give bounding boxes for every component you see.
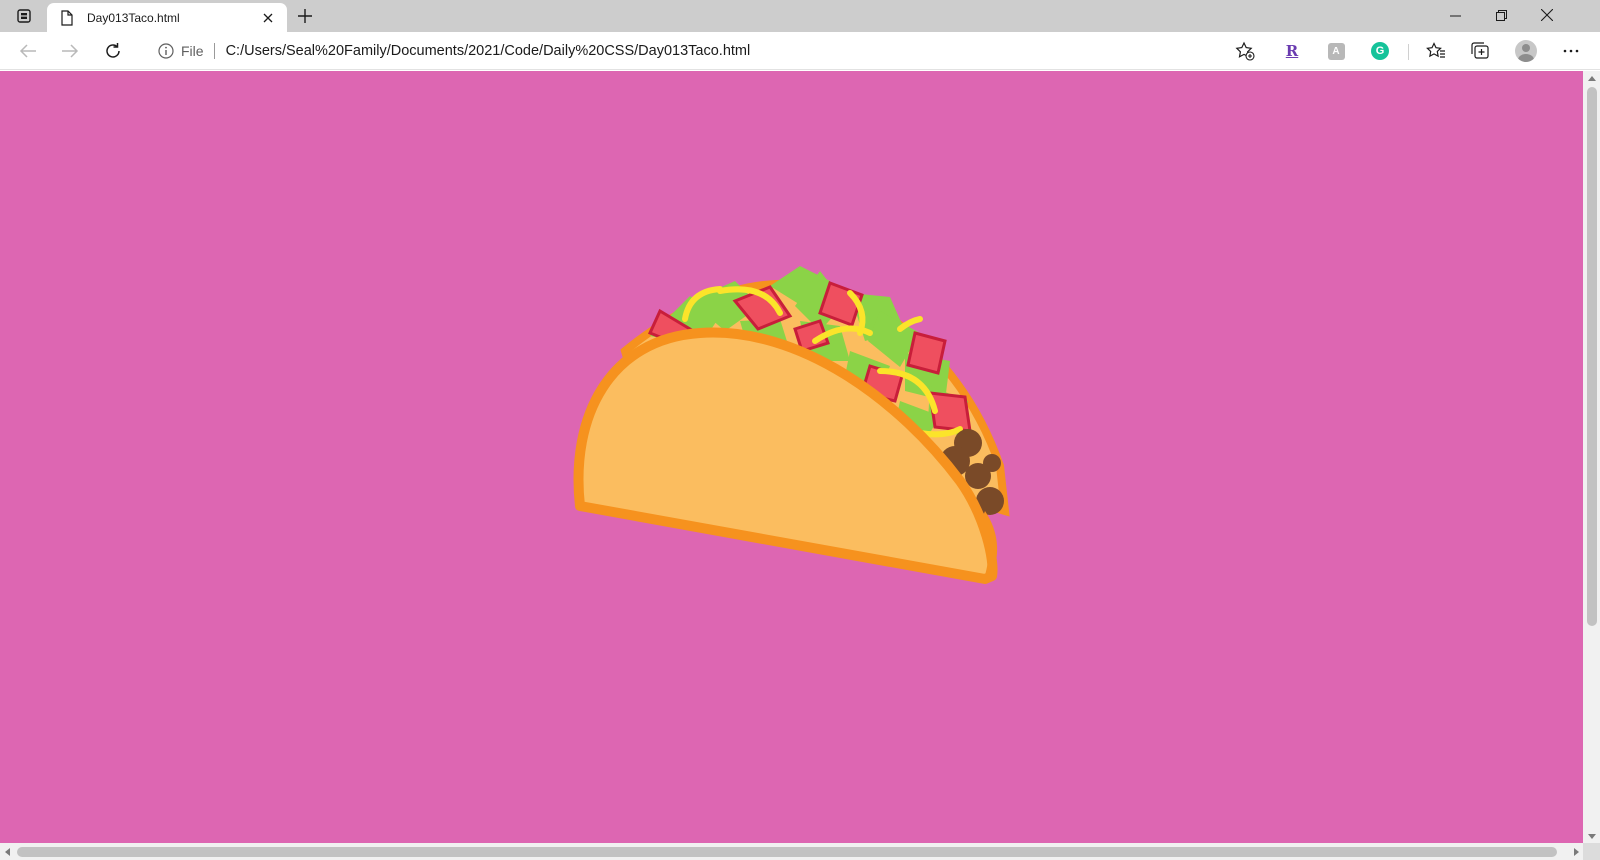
caret-left-icon <box>4 847 10 856</box>
tab-strip: Day013Taco.html <box>0 0 1600 32</box>
taco-illustration <box>573 266 1010 584</box>
collections-button[interactable] <box>1464 35 1496 67</box>
vertical-scroll-thumb[interactable] <box>1587 87 1597 626</box>
divider <box>213 43 215 59</box>
refresh-icon <box>106 43 120 58</box>
scroll-right-button[interactable] <box>1569 843 1583 860</box>
restore-button[interactable] <box>1478 0 1524 30</box>
favorites-button[interactable] <box>1420 35 1452 67</box>
more-horizontal-icon <box>1563 49 1579 53</box>
collections-icon <box>1471 42 1489 59</box>
extension-r-button[interactable]: R <box>1276 35 1308 67</box>
info-icon[interactable] <box>157 42 175 60</box>
back-button[interactable] <box>12 35 44 67</box>
puzzle-extension-icon: A <box>1327 42 1345 60</box>
more-menu-button[interactable] <box>1555 35 1587 67</box>
avatar <box>1515 40 1537 62</box>
r-extension-icon: R <box>1285 42 1299 60</box>
scrollbar-corner <box>1583 843 1600 860</box>
refresh-button[interactable] <box>97 35 129 67</box>
extension-a-button[interactable]: A <box>1320 35 1352 67</box>
close-icon <box>1541 9 1553 21</box>
scroll-down-button[interactable] <box>1583 829 1600 843</box>
minimize-button[interactable] <box>1432 0 1478 30</box>
new-tab-button[interactable] <box>292 5 318 27</box>
scheme-label: File <box>181 43 204 59</box>
forward-button[interactable] <box>54 35 86 67</box>
browser-toolbar: File C:/Users/Seal%20Family/Documents/20… <box>0 32 1600 70</box>
favorites-icon <box>1426 42 1445 58</box>
add-favorite-button[interactable] <box>1233 39 1257 63</box>
horizontal-scroll-thumb[interactable] <box>17 847 1557 857</box>
tab-active[interactable]: Day013Taco.html <box>47 3 287 32</box>
vertical-scrollbar[interactable] <box>1583 71 1600 843</box>
horizontal-scrollbar[interactable] <box>0 843 1583 860</box>
toolbar-divider <box>1408 44 1409 60</box>
window-close-button[interactable] <box>1524 0 1570 30</box>
tab-close-button[interactable] <box>259 9 277 27</box>
address-bar[interactable]: File C:/Users/Seal%20Family/Documents/20… <box>143 35 1263 67</box>
tab-actions-button[interactable] <box>8 5 40 27</box>
grammarly-icon: G <box>1371 42 1389 60</box>
tab-actions-icon <box>17 9 31 23</box>
tab-title: Day013Taco.html <box>87 10 180 25</box>
restore-icon <box>1495 9 1507 21</box>
scroll-left-button[interactable] <box>0 843 14 860</box>
star-plus-icon <box>1235 41 1255 61</box>
profile-button[interactable] <box>1510 35 1542 67</box>
arrow-right-icon <box>62 44 79 58</box>
caret-up-icon <box>1587 75 1596 81</box>
scroll-up-button[interactable] <box>1583 71 1600 85</box>
plus-icon <box>298 9 312 23</box>
arrow-left-icon <box>19 44 36 58</box>
caret-down-icon <box>1587 833 1596 839</box>
caret-right-icon <box>1573 847 1579 856</box>
minimize-icon <box>1449 15 1461 16</box>
page-viewport <box>0 71 1583 843</box>
url-text[interactable]: C:/Users/Seal%20Family/Documents/2021/Co… <box>226 43 751 59</box>
grammarly-button[interactable]: G <box>1364 35 1396 67</box>
close-icon <box>263 13 273 22</box>
file-icon <box>59 9 75 26</box>
